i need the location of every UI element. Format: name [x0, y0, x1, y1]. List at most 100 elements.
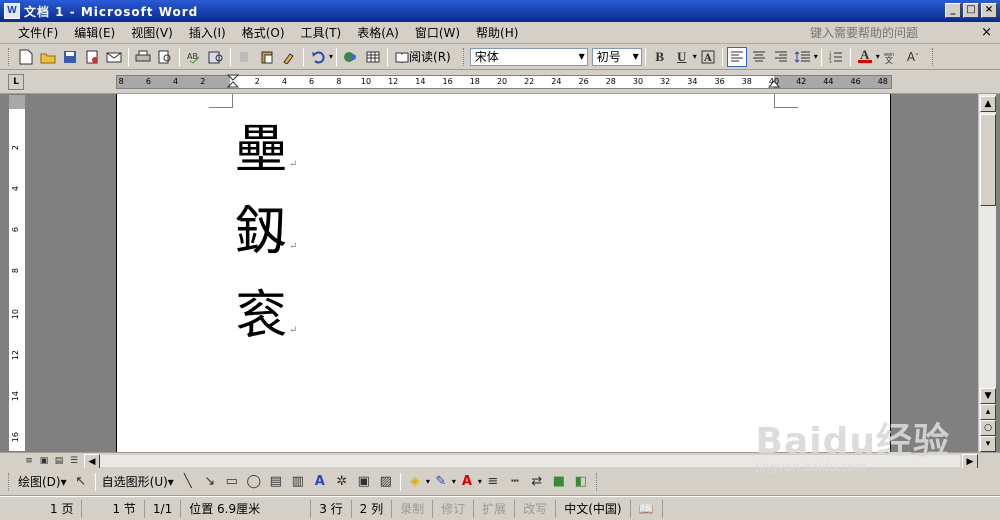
- fill-color-icon[interactable]: ◈: [405, 472, 425, 492]
- status-rec[interactable]: 录制: [392, 499, 434, 518]
- vertical-textbox-icon[interactable]: ▥: [288, 472, 308, 492]
- save-icon[interactable]: [60, 47, 80, 67]
- horizontal-ruler[interactable]: 8642246810121416182022242628303234363840…: [116, 74, 892, 89]
- bold-button[interactable]: B: [650, 47, 670, 67]
- rectangle-tool-icon[interactable]: ▭: [222, 472, 242, 492]
- doc-close-icon[interactable]: ×: [981, 25, 992, 40]
- new-doc-icon[interactable]: [16, 47, 36, 67]
- read-button[interactable]: 阅读(R): [391, 47, 455, 67]
- line-tool-icon[interactable]: ╲: [178, 472, 198, 492]
- status-rev[interactable]: 修订: [433, 499, 475, 518]
- draw-font-color-icon[interactable]: A: [457, 472, 477, 492]
- menu-format[interactable]: 格式(O): [234, 24, 293, 41]
- shadow-icon[interactable]: ■: [549, 472, 569, 492]
- word-app-icon[interactable]: W: [4, 3, 20, 19]
- outline-view-icon[interactable]: ☰: [67, 455, 81, 467]
- format-painter-icon[interactable]: [279, 47, 299, 67]
- normal-view-icon[interactable]: ≡: [22, 455, 36, 467]
- select-objects-icon[interactable]: ↖: [71, 472, 91, 492]
- print-icon[interactable]: [133, 47, 153, 67]
- permission-icon[interactable]: [82, 47, 102, 67]
- next-page-icon[interactable]: ▾: [980, 436, 996, 452]
- research-icon[interactable]: [206, 47, 226, 67]
- menu-window[interactable]: 窗口(W): [407, 24, 468, 41]
- toolbar-grip[interactable]: [931, 47, 935, 66]
- doc-paragraph-3[interactable]: 衮 ↵: [235, 290, 297, 342]
- font-name-select[interactable]: 宋体 ▼: [469, 47, 588, 66]
- toolbar-grip[interactable]: [8, 47, 11, 66]
- minimize-button[interactable]: _: [945, 3, 961, 18]
- vertical-ruler[interactable]: 2 4 6 8 10 12 14 16: [8, 94, 26, 452]
- indent-marker-icon[interactable]: [227, 74, 239, 88]
- menu-tools[interactable]: 工具(T): [293, 24, 350, 41]
- toolbar-grip[interactable]: [595, 472, 599, 491]
- undo-icon[interactable]: [308, 47, 328, 67]
- textbox-icon[interactable]: ▤: [266, 472, 286, 492]
- menu-view[interactable]: 视图(V): [123, 24, 181, 41]
- line-spacing-dropdown-icon[interactable]: ▾: [814, 52, 818, 61]
- 3d-icon[interactable]: ◧: [571, 472, 591, 492]
- align-left-button[interactable]: [726, 46, 747, 67]
- font-size-select[interactable]: 初号 ▼: [591, 47, 642, 66]
- scroll-down-icon[interactable]: ▼: [980, 388, 996, 404]
- scroll-thumb[interactable]: [980, 114, 996, 206]
- line-color-dropdown-icon[interactable]: ▾: [452, 477, 456, 486]
- menu-help[interactable]: 帮助(H): [468, 24, 526, 41]
- wordart-icon[interactable]: A: [310, 472, 330, 492]
- draw-menu-button[interactable]: 绘图(D) ▾: [15, 473, 70, 490]
- menu-insert[interactable]: 插入(I): [181, 24, 234, 41]
- browse-object-icon[interactable]: ○: [980, 420, 996, 436]
- line-spacing-button[interactable]: [793, 47, 813, 67]
- undo-dropdown-icon[interactable]: ▾: [329, 52, 333, 61]
- spelling-icon[interactable]: AB: [184, 47, 204, 67]
- underline-button[interactable]: U: [672, 47, 692, 67]
- scroll-up-icon[interactable]: ▲: [980, 96, 996, 112]
- arrow-tool-icon[interactable]: ↘: [200, 472, 220, 492]
- toolbar-grip[interactable]: [8, 472, 11, 491]
- cut-icon[interactable]: [235, 47, 255, 67]
- open-icon[interactable]: [38, 47, 58, 67]
- clipart-icon[interactable]: ▣: [354, 472, 374, 492]
- paste-icon[interactable]: [257, 47, 277, 67]
- hyperlink-icon[interactable]: [341, 47, 361, 67]
- phonetic-guide-icon[interactable]: wén 文: [881, 47, 901, 67]
- char-border-button[interactable]: A: [698, 47, 718, 67]
- right-indent-marker-icon[interactable]: [768, 80, 780, 88]
- spelling-status-icon[interactable]: 📖: [631, 499, 663, 518]
- line-color-icon[interactable]: ✎: [431, 472, 451, 492]
- font-color-button[interactable]: A: [855, 47, 875, 67]
- print-view-icon[interactable]: ▤: [52, 455, 66, 467]
- picture-icon[interactable]: ▨: [376, 472, 396, 492]
- mail-icon[interactable]: [104, 47, 124, 67]
- tab-stop-selector[interactable]: L: [8, 74, 24, 90]
- help-search-input[interactable]: [806, 25, 976, 41]
- dash-style-icon[interactable]: ┅: [505, 472, 525, 492]
- status-ext[interactable]: 扩展: [474, 499, 516, 518]
- align-right-button[interactable]: [771, 47, 791, 67]
- diagram-icon[interactable]: ✲: [332, 472, 352, 492]
- arrow-style-icon[interactable]: ⇄: [527, 472, 547, 492]
- oval-tool-icon[interactable]: ◯: [244, 472, 264, 492]
- underline-dropdown-icon[interactable]: ▾: [693, 52, 697, 61]
- toolbar-grip[interactable]: [462, 47, 466, 66]
- vertical-scrollbar[interactable]: ▲ ▼ ▴ ○ ▾: [978, 94, 996, 452]
- grow-font-icon[interactable]: A ˅: [903, 47, 923, 67]
- document-page[interactable]: 壘 ↵ 釼 ↵ 衮 ↵: [116, 94, 891, 452]
- maximize-button[interactable]: □: [963, 3, 979, 18]
- document-area[interactable]: 壘 ↵ 釼 ↵ 衮 ↵: [28, 94, 978, 452]
- numbering-button[interactable]: 123: [826, 47, 846, 67]
- doc-paragraph-1[interactable]: 壘 ↵: [235, 124, 297, 176]
- line-style-icon[interactable]: ≡: [483, 472, 503, 492]
- table-icon[interactable]: [363, 47, 383, 67]
- menu-edit[interactable]: 编辑(E): [66, 24, 123, 41]
- web-view-icon[interactable]: ▣: [37, 455, 51, 467]
- print-preview-icon[interactable]: [155, 47, 175, 67]
- menu-table[interactable]: 表格(A): [349, 24, 407, 41]
- prev-page-icon[interactable]: ▴: [980, 404, 996, 420]
- menu-file[interactable]: 文件(F): [10, 24, 66, 41]
- align-center-button[interactable]: [749, 47, 769, 67]
- fill-dropdown-icon[interactable]: ▾: [426, 477, 430, 486]
- status-ovr[interactable]: 改写: [515, 499, 557, 518]
- font-color-dropdown-icon[interactable]: ▾: [876, 52, 880, 61]
- doc-paragraph-2[interactable]: 釼 ↵: [235, 206, 297, 258]
